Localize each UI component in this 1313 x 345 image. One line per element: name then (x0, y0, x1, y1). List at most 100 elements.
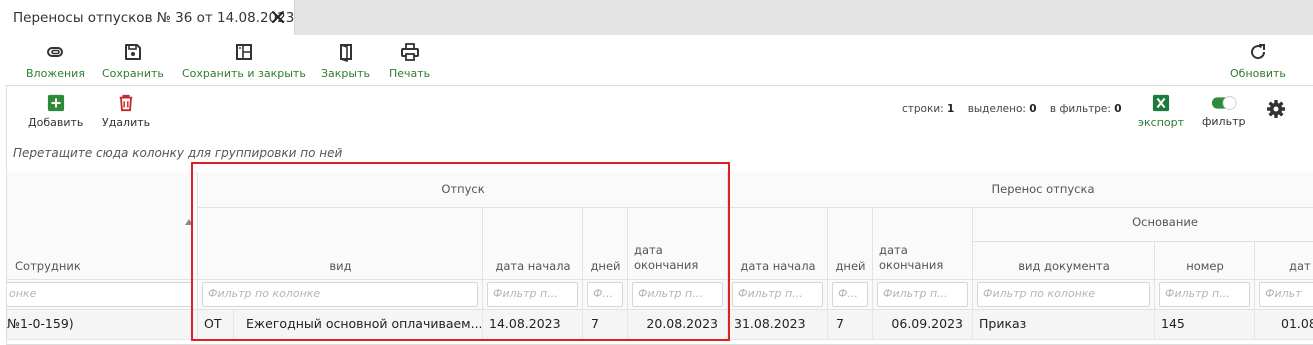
refresh-button[interactable]: Обновить (1230, 42, 1286, 80)
attachments-label: Вложения (26, 67, 85, 80)
save-label: Сохранить (102, 67, 164, 80)
header-start-date[interactable]: дата начала (483, 208, 583, 280)
filter-input-date[interactable]: Фильт (1259, 282, 1313, 307)
save-button[interactable]: Сохранить (102, 42, 164, 80)
infilter-label: в фильтре: (1049, 103, 1111, 115)
save-close-label: Сохранить и закрыть (182, 67, 306, 80)
filter-toggle[interactable]: фильтр (1202, 95, 1245, 128)
cell-doc-type: Приказ (973, 310, 1155, 340)
header-transfer-label: Перенос отпуска (991, 182, 1095, 196)
header-doc-type[interactable]: вид документа (973, 242, 1155, 280)
filter-cell-end-date: Фильтр п... (628, 280, 728, 310)
filter-cell-days: Ф... (583, 280, 628, 310)
header-basis-label: Основание (1132, 215, 1198, 229)
cell-number: 145 (1155, 310, 1255, 340)
header-days-label: дней (590, 259, 621, 273)
trash-icon (119, 94, 133, 112)
printer-icon (400, 43, 419, 61)
close-icon[interactable] (270, 9, 286, 25)
delete-label: Удалить (102, 116, 151, 129)
tab-title: Переносы отпусков № 36 от 14.08.2023 (13, 9, 295, 26)
header-date-label: дат (1289, 259, 1311, 273)
filter-input-end-date[interactable]: Фильтр п... (632, 282, 723, 307)
header-transfer-start-date[interactable]: дата начала (728, 208, 828, 280)
cell-transfer-start-date: 31.08.2023 (728, 310, 828, 340)
cell-days: 7 (583, 310, 628, 340)
filter-input-transfer-days[interactable]: Ф... (832, 282, 868, 307)
header-end-date[interactable]: дата окончания (628, 208, 728, 280)
cell-end-date: 20.08.2023 (628, 310, 728, 340)
filter-input-transfer-start-date[interactable]: Фильтр п... (732, 282, 823, 307)
close-label: Закрыть (321, 67, 370, 80)
print-button[interactable]: Печать (389, 42, 430, 80)
filter-label: фильтр (1202, 115, 1246, 128)
cell-start-date: 14.08.2023 (483, 310, 583, 340)
cell-date: 01.08.20 (1255, 310, 1313, 340)
header-days[interactable]: дней (583, 208, 628, 280)
header-start-date-label: дата начала (495, 259, 571, 273)
rows-value: 1 (947, 103, 955, 115)
cell-type: Ежегодный основной оплачиваем... (234, 310, 483, 340)
filter-input-transfer-end-date[interactable]: Фильтр п... (877, 282, 968, 307)
delete-row-button[interactable]: Удалить (102, 94, 150, 129)
print-label: Печать (389, 67, 431, 80)
export-button[interactable]: экспорт (1138, 94, 1184, 129)
selected-value: 0 (1029, 103, 1037, 115)
filter-input-start-date[interactable]: Фильтр п... (487, 282, 578, 307)
header-doc-type-label: вид документа (1018, 259, 1110, 273)
gear-icon[interactable] (1266, 99, 1286, 119)
filter-cell-transfer-days: Ф... (828, 280, 873, 310)
filter-input-days[interactable]: Ф... (587, 282, 623, 307)
filter-cell-date: Фильт (1255, 280, 1313, 310)
tab-strip: Переносы отпусков № 36 от 14.08.2023 (0, 0, 1313, 35)
refresh-label: Обновить (1230, 67, 1286, 80)
floppy-icon (124, 44, 141, 60)
header-group-basis: Основание (973, 208, 1313, 242)
filter-input-number[interactable]: Фильтр п... (1159, 282, 1250, 307)
filter-cell-doc-type: Фильтр по колонке (973, 280, 1155, 310)
add-label: Добавить (28, 116, 84, 129)
grid-panel: Добавить Удалить строки: 1 выделено: 0 в… (6, 85, 1313, 345)
sort-asc-icon (185, 219, 193, 225)
filter-cell-number: Фильтр п... (1155, 280, 1255, 310)
header-number[interactable]: номер (1155, 242, 1255, 280)
header-transfer-days[interactable]: дней (828, 208, 873, 280)
header-transfer-days-label: дней (835, 259, 866, 273)
filter-input-doc-type[interactable]: Фильтр по колонке (977, 282, 1150, 307)
add-row-button[interactable]: Добавить (28, 94, 83, 129)
header-date[interactable]: дат (1255, 242, 1313, 280)
plus-icon (47, 94, 64, 112)
filter-input-type[interactable]: Фильтр по колонке (202, 282, 478, 307)
save-close-button[interactable]: Сохранить и закрыть (182, 42, 306, 80)
cell-code: ОТ (198, 310, 234, 340)
header-transfer-start-date-label: дата начала (740, 259, 816, 273)
infilter-value: 0 (1114, 103, 1122, 115)
header-employee[interactable]: Сотрудник (7, 172, 198, 280)
attachments-button[interactable]: Вложения (26, 42, 85, 80)
cell-employee: №1-0-159) (7, 310, 198, 340)
header-number-label: номер (1186, 259, 1224, 273)
header-type[interactable]: вид (198, 208, 483, 280)
cell-transfer-end-date: 06.09.2023 (873, 310, 973, 340)
filter-cell-employee: онке (7, 280, 198, 310)
save-close-icon (235, 44, 252, 60)
filter-cell-start-date: Фильтр п... (483, 280, 583, 310)
close-button[interactable]: Закрыть (321, 42, 370, 80)
rows-label: строки: (902, 103, 944, 115)
refresh-icon (1251, 44, 1265, 60)
filter-input-employee[interactable]: онке (7, 282, 193, 307)
header-group-transfer: Перенос отпуска (728, 172, 1313, 208)
header-employee-label: Сотрудник (15, 259, 81, 273)
group-drop-area[interactable]: Перетащите сюда колонку для группировки … (13, 146, 342, 160)
header-type-label: вид (329, 259, 352, 273)
filter-cell-type: Фильтр по колонке (198, 280, 483, 310)
header-transfer-end-date[interactable]: дата окончания (873, 208, 973, 280)
toggle-switch-icon (1211, 96, 1237, 110)
paperclip-icon (47, 47, 64, 57)
filter-cell-transfer-end-date: Фильтр п... (873, 280, 973, 310)
header-transfer-end-date-label: дата окончания (879, 243, 944, 272)
document-tab[interactable]: Переносы отпусков № 36 от 14.08.2023 (0, 0, 295, 35)
filter-cell-transfer-start-date: Фильтр п... (728, 280, 828, 310)
grid-stats: строки: 1 выделено: 0 в фильтре: 0 (902, 103, 1122, 115)
header-group-vacation: Отпуск (198, 172, 728, 208)
